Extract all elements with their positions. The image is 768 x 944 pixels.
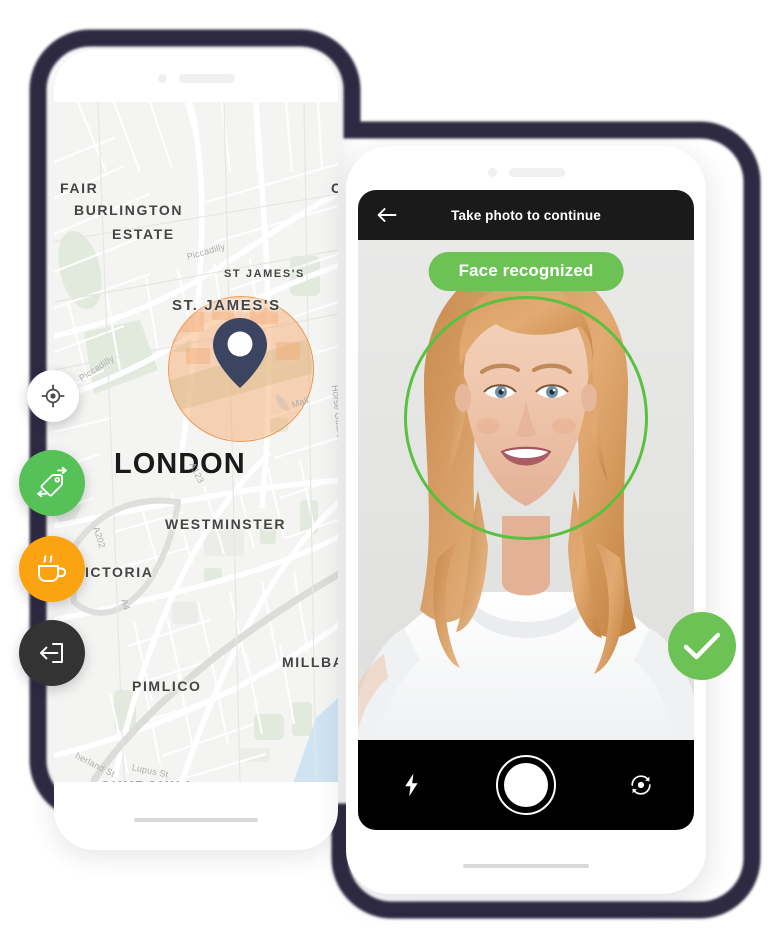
map-area-label: ST. JAMES'S xyxy=(172,297,281,314)
map-area-label: ESTATE xyxy=(112,226,175,242)
map-area-label: COVEN xyxy=(331,180,338,196)
map-area-label: FAIR xyxy=(60,180,99,196)
map-city-label: LONDON xyxy=(114,448,246,480)
phone-speaker-row xyxy=(54,72,338,84)
offers-fab[interactable] xyxy=(19,450,85,516)
earpiece-speaker xyxy=(508,167,565,177)
logout-fab[interactable] xyxy=(19,620,85,686)
map-area-label: VICTORIA xyxy=(74,564,154,580)
map-viewport[interactable]: FAIR BURLINGTON ESTATE COVEN ST JAMES'S ST. J… xyxy=(54,102,338,782)
map-phone: FAIR BURLINGTON ESTATE COVEN ST JAMES'S ST. J… xyxy=(54,50,338,850)
status-badge: Face recognized xyxy=(428,252,624,291)
coffee-fab[interactable] xyxy=(19,536,85,602)
crosshair-icon xyxy=(41,384,65,408)
camera-controls xyxy=(358,740,694,830)
check-icon xyxy=(683,632,721,660)
home-indicator[interactable] xyxy=(134,818,258,822)
rotate-camera-icon xyxy=(631,775,651,795)
map-area-label: WESTMINSTER xyxy=(165,516,287,532)
flip-camera-button[interactable] xyxy=(626,772,656,798)
home-indicator[interactable] xyxy=(463,864,589,868)
camera-title: Take photo to continue xyxy=(451,207,601,223)
front-camera-dot xyxy=(487,167,497,177)
success-check-badge xyxy=(668,612,736,680)
camera-viewfinder[interactable]: Face recognized xyxy=(358,240,694,774)
map-area-label: ST JAMES'S xyxy=(224,268,305,280)
phone-speaker-row xyxy=(346,166,706,178)
composition-stage: FAIR BURLINGTON ESTATE COVEN ST JAMES'S ST. J… xyxy=(0,0,768,944)
back-button[interactable] xyxy=(376,204,398,226)
back-arrow-icon xyxy=(377,208,397,222)
shutter-button[interactable] xyxy=(496,755,556,815)
face-detection-ring xyxy=(404,296,648,540)
map-area-label: BURLINGTON xyxy=(74,202,184,218)
map-area-label: PIMLICO xyxy=(132,678,202,694)
earpiece-speaker xyxy=(178,73,235,83)
camera-screen: Take photo to continue Face recognized xyxy=(358,190,694,830)
camera-header: Take photo to continue xyxy=(358,190,694,240)
exit-arrow-icon xyxy=(40,643,63,663)
map-area-label: MILLBA xyxy=(282,654,338,670)
map-area-label: CHURCHILL xyxy=(100,778,196,782)
locate-me-fab[interactable] xyxy=(27,370,79,422)
current-location-pin[interactable] xyxy=(209,314,271,392)
flash-button[interactable] xyxy=(396,773,426,797)
coffee-cup-icon xyxy=(38,555,67,582)
camera-phone: Take photo to continue Face recognized xyxy=(346,146,706,894)
shutter-inner xyxy=(504,763,548,807)
front-camera-dot xyxy=(157,73,167,83)
tag-transfer-icon xyxy=(37,467,67,498)
flash-icon xyxy=(404,773,418,797)
